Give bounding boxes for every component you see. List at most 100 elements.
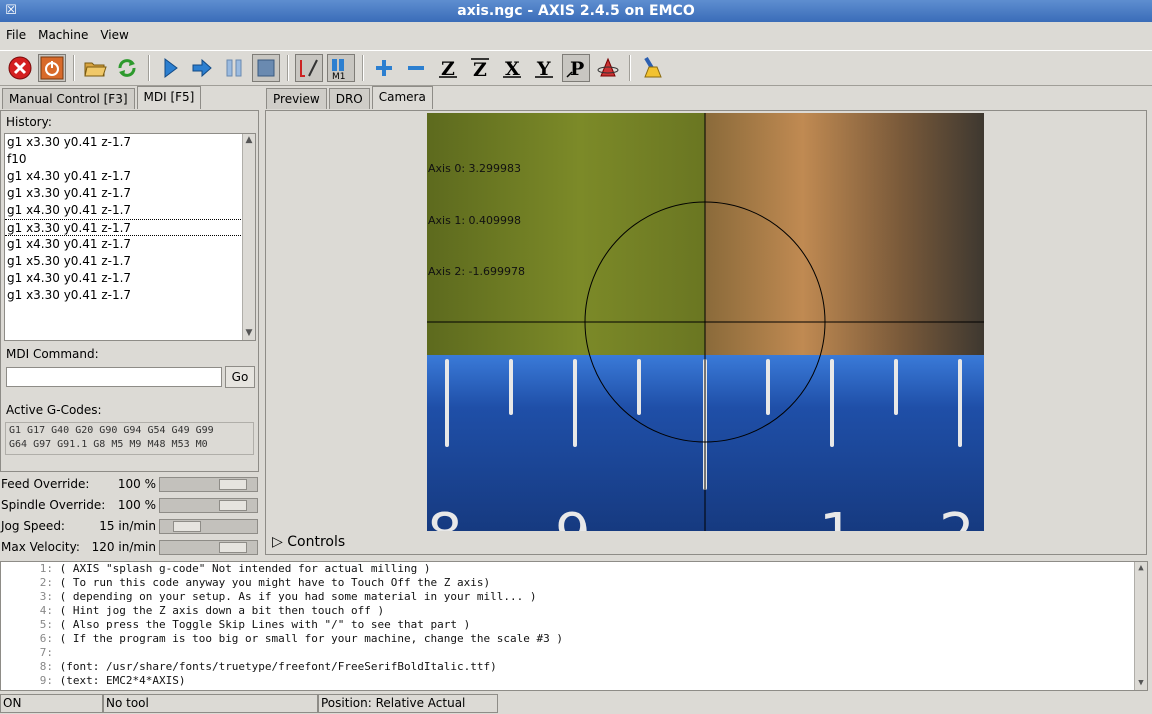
history-item[interactable]: g1 x3.30 y0.41 z-1.7 xyxy=(5,134,241,151)
tab-camera[interactable]: Camera xyxy=(371,86,433,109)
scroll-down-icon[interactable]: ▼ xyxy=(243,327,255,340)
history-item[interactable]: g1 x3.30 y0.41 z-1.7 xyxy=(5,219,241,236)
menu-file[interactable]: File xyxy=(0,28,32,42)
gcode-line[interactable]: 7: xyxy=(1,646,1147,660)
line-text: ( Hint jog the Z axis down a bit then to… xyxy=(59,604,385,617)
line-text: (font: /usr/share/fonts/truetype/freefon… xyxy=(59,660,497,673)
gcode-line[interactable]: 1: ( AXIS "splash g-code" Not intended f… xyxy=(1,562,1147,576)
history-item[interactable]: g1 x3.30 y0.41 z-1.7 xyxy=(5,185,241,202)
run-icon xyxy=(164,58,178,78)
ruler-number: 9 xyxy=(555,502,591,531)
axis-0-readout: Axis 0: 3.299983 xyxy=(428,162,522,175)
spindle-override-row: Spindle Override: 100 % xyxy=(0,495,259,515)
slider-thumb[interactable] xyxy=(219,500,247,511)
gcode-line[interactable]: 3: ( depending on your setup. As if you … xyxy=(1,590,1147,604)
tab-manual-control[interactable]: Manual Control [F3] xyxy=(2,88,135,109)
line-text: ( depending on your setup. As if you had… xyxy=(59,590,537,603)
menu-machine[interactable]: Machine xyxy=(32,28,94,42)
title-bar: ☒ axis.ngc - AXIS 2.4.5 on EMCO xyxy=(0,0,1152,22)
tab-mdi[interactable]: MDI [F5] xyxy=(136,86,202,109)
gcode-line[interactable]: 5: ( Also press the Toggle Skip Lines wi… xyxy=(1,618,1147,632)
history-item[interactable]: f10 xyxy=(5,151,241,168)
line-number: 9: xyxy=(39,674,53,687)
controls-label: Controls xyxy=(287,534,346,550)
view-x-button[interactable]: X xyxy=(498,54,526,82)
active-gcodes-label: Active G-Codes: xyxy=(6,403,102,417)
line-number: 4: xyxy=(39,604,53,617)
camera-image: 8 9 1 2 xyxy=(427,113,984,531)
rotate-view-button[interactable] xyxy=(594,54,622,82)
mdi-command-input[interactable] xyxy=(6,367,222,387)
slider-thumb[interactable] xyxy=(219,542,247,553)
line-text: ( If the program is too big or small for… xyxy=(59,632,563,645)
history-item[interactable]: g1 x4.30 y0.41 z-1.7 xyxy=(5,168,241,185)
history-item[interactable]: g1 x4.30 y0.41 z-1.7 xyxy=(5,202,241,219)
pause-icon xyxy=(226,59,242,77)
clear-plot-button[interactable] xyxy=(637,54,665,82)
stop-button[interactable] xyxy=(252,54,280,82)
ruler-number: 8 xyxy=(427,502,463,531)
zoom-out-button[interactable] xyxy=(402,54,430,82)
spindle-override-slider[interactable] xyxy=(159,498,258,513)
gcode-line[interactable]: 2: ( To run this code anyway you might h… xyxy=(1,576,1147,590)
zoom-in-button[interactable] xyxy=(370,54,398,82)
gcode-line[interactable]: 8: (font: /usr/share/fonts/truetype/free… xyxy=(1,660,1147,674)
line-number: 2: xyxy=(39,576,53,589)
view-y-button[interactable]: Y xyxy=(530,54,558,82)
scroll-down-icon[interactable]: ▼ xyxy=(1135,677,1147,690)
right-notebook-tabs: Preview DRO Camera xyxy=(266,86,435,110)
feed-override-slider[interactable] xyxy=(159,477,258,492)
gcode-listing[interactable]: 1: ( AXIS "splash g-code" Not intended f… xyxy=(0,561,1148,691)
step-icon xyxy=(192,58,212,78)
tab-dro[interactable]: DRO xyxy=(328,88,370,109)
rotate-icon xyxy=(597,57,619,77)
toolbar-separator xyxy=(287,55,288,81)
max-velocity-value: 120 in/min xyxy=(91,540,156,554)
optional-stop-toggle[interactable]: M1 xyxy=(327,54,355,82)
max-velocity-row: Max Velocity: 120 in/min xyxy=(0,537,259,557)
menu-view[interactable]: View xyxy=(94,28,134,42)
view-z-button[interactable]: Z xyxy=(434,54,462,82)
slider-thumb[interactable] xyxy=(219,479,247,490)
max-velocity-slider[interactable] xyxy=(159,540,258,555)
menu-bar: File Machine View xyxy=(0,24,1152,46)
m1-label: M1 xyxy=(332,72,346,80)
window-menu-icon[interactable]: ☒ xyxy=(2,2,20,20)
skip-lines-toggle[interactable] xyxy=(295,54,323,82)
line-number: 7: xyxy=(39,646,53,659)
open-file-button[interactable] xyxy=(81,54,109,82)
history-item[interactable]: g1 x4.30 y0.41 z-1.7 xyxy=(5,270,241,287)
pause-button[interactable] xyxy=(220,54,248,82)
go-button[interactable]: Go xyxy=(225,366,255,388)
machine-state-status: ON xyxy=(0,694,103,713)
tab-preview[interactable]: Preview xyxy=(266,88,327,109)
spindle-override-value: 100 % xyxy=(117,498,156,512)
reload-button[interactable] xyxy=(113,54,141,82)
machine-power-button[interactable] xyxy=(38,54,66,82)
view-p-button[interactable]: P xyxy=(562,54,590,82)
view-z-label: Z xyxy=(441,58,455,80)
scroll-up-icon[interactable]: ▲ xyxy=(1135,562,1147,575)
open-icon xyxy=(84,62,107,77)
estop-button[interactable] xyxy=(6,54,34,82)
scroll-up-icon[interactable]: ▲ xyxy=(243,134,255,147)
line-number: 3: xyxy=(39,590,53,603)
run-button[interactable] xyxy=(156,54,184,82)
history-scrollbar[interactable]: ▲ ▼ xyxy=(242,134,255,340)
jog-speed-slider[interactable] xyxy=(159,519,258,534)
view-y-icon: Y xyxy=(535,58,553,80)
controls-expander[interactable]: ▷ Controls xyxy=(272,534,345,550)
gcode-line[interactable]: 4: ( Hint jog the Z axis down a bit then… xyxy=(1,604,1147,618)
history-item[interactable]: g1 x3.30 y0.41 z-1.7 xyxy=(5,287,241,304)
gcode-scrollbar[interactable]: ▲ ▼ xyxy=(1134,562,1147,690)
history-item[interactable]: g1 x4.30 y0.41 z-1.7 xyxy=(5,236,241,253)
slider-thumb[interactable] xyxy=(173,521,201,532)
gcode-line[interactable]: 6: ( If the program is too big or small … xyxy=(1,632,1147,646)
history-item[interactable]: g1 x5.30 y0.41 z-1.7 xyxy=(5,253,241,270)
history-list[interactable]: g1 x3.30 y0.41 z-1.7 f10 g1 x4.30 y0.41 z-… xyxy=(4,133,256,341)
view-z2-button[interactable]: Z xyxy=(466,54,494,82)
step-button[interactable] xyxy=(188,54,216,82)
view-p-icon: P xyxy=(566,58,584,80)
gcode-line[interactable]: 9: (text: EMC2*4*AXIS) xyxy=(1,674,1147,688)
active-gcodes-text: G1 G17 G40 G20 G90 G94 G54 G49 G99 G64 G9… xyxy=(5,422,254,455)
